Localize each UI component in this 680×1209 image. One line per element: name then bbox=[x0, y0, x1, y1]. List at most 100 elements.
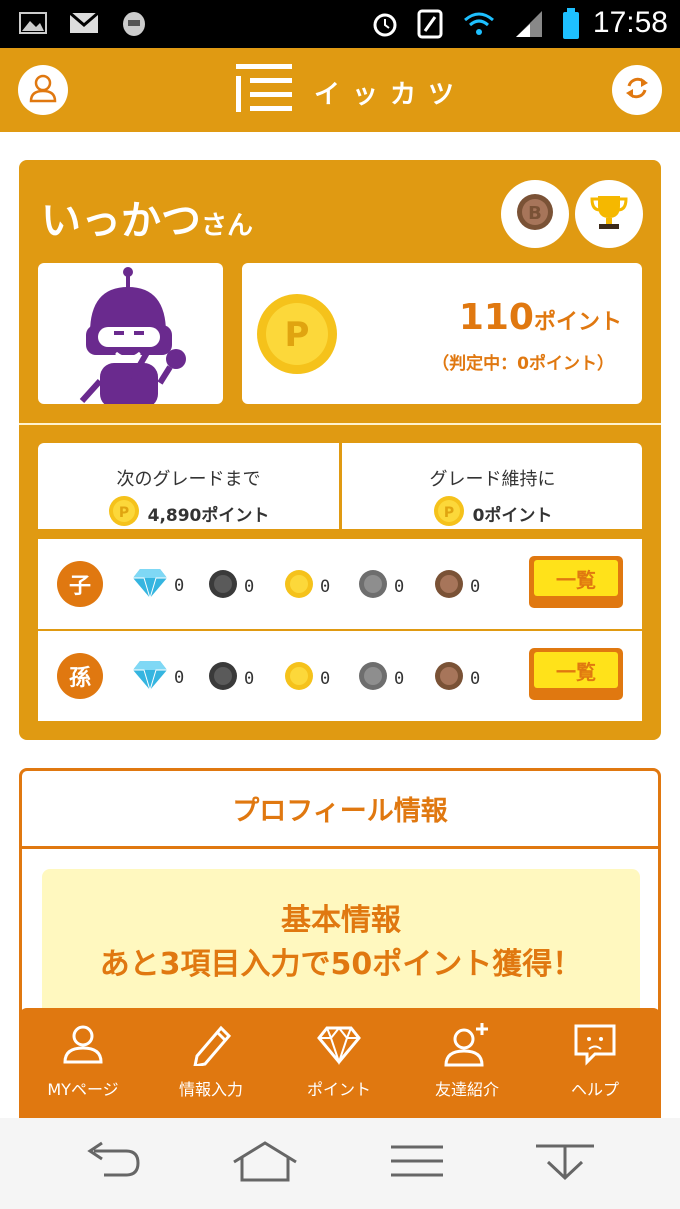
bronze-medal-icon: B bbox=[515, 192, 555, 236]
diamond-icon bbox=[317, 1022, 361, 1070]
nfc-icon bbox=[416, 9, 444, 43]
silver-medal-icon bbox=[358, 661, 388, 696]
tab-mypage[interactable]: MYページ bbox=[19, 1022, 147, 1100]
diamond-count: 0 bbox=[174, 667, 185, 688]
card-divider bbox=[19, 423, 661, 425]
point-coin-icon: P bbox=[433, 495, 465, 532]
tab-info-input[interactable]: 情報入力 bbox=[147, 1022, 275, 1100]
row-label: 子 bbox=[57, 561, 103, 607]
gold-medal-icon bbox=[284, 661, 314, 696]
black-count: 0 bbox=[244, 576, 255, 597]
profile-button[interactable] bbox=[18, 65, 68, 115]
basic-info-banner[interactable]: 基本情報 あと3項目入力で50ポイント獲得！ bbox=[42, 869, 640, 1025]
clock: 17:58 bbox=[592, 6, 668, 39]
profile-icon bbox=[27, 72, 59, 108]
user-name-text: いっかつ bbox=[41, 198, 201, 244]
status-bar: 17:58 bbox=[0, 0, 680, 48]
home-icon bbox=[232, 1140, 298, 1186]
user-card: いっかつさん B P 110ポイント （判定中：0ポイント） 次のグレードまで … bbox=[19, 160, 661, 740]
avatar bbox=[38, 263, 223, 404]
svg-text:B: B bbox=[528, 203, 542, 224]
person-icon bbox=[61, 1022, 105, 1070]
app-bar: イッカツ bbox=[0, 48, 680, 132]
bronze-medal-icon bbox=[434, 661, 464, 696]
mascot-icon bbox=[38, 267, 223, 404]
tab-help[interactable]: ヘルプ bbox=[531, 1022, 659, 1100]
black-count: 0 bbox=[244, 668, 255, 689]
trophy-icon bbox=[587, 190, 631, 238]
refresh-button[interactable] bbox=[612, 65, 662, 115]
black-medal-icon bbox=[208, 569, 238, 604]
silver-medal-icon bbox=[358, 569, 388, 604]
row-label: 孫 bbox=[57, 653, 103, 699]
svg-text:P: P bbox=[443, 505, 453, 521]
svg-text:P: P bbox=[118, 505, 128, 521]
gold-medal-icon bbox=[284, 569, 314, 604]
tab-points[interactable]: ポイント bbox=[275, 1022, 403, 1100]
grade-panel: 次のグレードまで P 4,890ポイント グレード維持に P 0ポイント bbox=[38, 443, 642, 529]
pencil-icon bbox=[189, 1022, 233, 1070]
battery-icon bbox=[562, 8, 580, 44]
menu-button[interactable] bbox=[382, 1140, 452, 1186]
refresh-icon bbox=[623, 74, 651, 106]
list-button-label: 一覧 bbox=[534, 652, 618, 688]
wifi-icon bbox=[462, 10, 496, 42]
user-name: いっかつさん bbox=[41, 188, 253, 246]
help-chat-icon bbox=[573, 1022, 617, 1070]
points-number: 110 bbox=[458, 297, 534, 338]
back-icon bbox=[80, 1141, 142, 1185]
app-logo: イッカツ bbox=[236, 62, 466, 122]
image-icon bbox=[18, 10, 48, 42]
trophy-badge[interactable] bbox=[575, 180, 643, 248]
black-medal-icon bbox=[208, 661, 238, 696]
tab-label: ポイント bbox=[306, 1080, 371, 1099]
silver-count: 0 bbox=[394, 576, 405, 597]
next-grade-value: 4,890ポイント bbox=[147, 506, 270, 526]
system-nav-bar bbox=[0, 1118, 680, 1209]
tab-label: MYページ bbox=[47, 1080, 119, 1099]
bronze-medal-icon bbox=[434, 569, 464, 604]
points-value: 110ポイント bbox=[459, 297, 622, 338]
silver-count: 0 bbox=[394, 668, 405, 689]
child-list-button[interactable]: 一覧 bbox=[529, 556, 623, 608]
profile-header: プロフィール情報 bbox=[22, 771, 658, 849]
tab-bar: MYページ 情報入力 ポイント 友達紹介 ヘルプ bbox=[19, 1008, 661, 1120]
gold-count: 0 bbox=[320, 668, 331, 689]
gmail-icon bbox=[68, 10, 100, 42]
download-button[interactable] bbox=[530, 1140, 600, 1186]
tab-invite-friend[interactable]: 友達紹介 bbox=[403, 1022, 531, 1100]
app-brand: イッカツ bbox=[314, 79, 467, 110]
logo-icon bbox=[236, 62, 292, 122]
helmet-icon bbox=[120, 10, 148, 42]
points-unit: ポイント bbox=[533, 310, 622, 335]
profile-section: プロフィール情報 基本情報 あと3項目入力で50ポイント獲得！ bbox=[19, 768, 661, 1028]
grandchild-referral-row: 孫 0 0 0 0 0 一覧 bbox=[38, 631, 642, 721]
basic-info-text: あと3項目入力で50ポイント獲得！ bbox=[99, 947, 583, 982]
keep-grade: グレード維持に P 0ポイント bbox=[342, 443, 643, 529]
list-button-label: 一覧 bbox=[534, 560, 618, 596]
signal-icon bbox=[514, 9, 544, 43]
menu-icon bbox=[389, 1143, 445, 1183]
bronze-count: 0 bbox=[470, 576, 481, 597]
keep-grade-label: グレード維持に bbox=[429, 469, 556, 490]
tab-label: 友達紹介 bbox=[434, 1080, 499, 1099]
gold-count: 0 bbox=[320, 576, 331, 597]
keep-grade-value: 0ポイント bbox=[472, 506, 553, 526]
diamond-medal-icon bbox=[132, 567, 168, 604]
rank-badge[interactable]: B bbox=[501, 180, 569, 248]
point-coin-icon: P bbox=[108, 495, 140, 532]
points-pending: （判定中：0ポイント） bbox=[432, 354, 614, 374]
diamond-count: 0 bbox=[174, 575, 185, 596]
home-button[interactable] bbox=[230, 1140, 300, 1186]
diamond-medal-icon bbox=[132, 659, 168, 696]
back-button[interactable] bbox=[76, 1140, 146, 1186]
child-referral-row: 子 0 0 0 0 0 一覧 bbox=[38, 539, 642, 629]
grandchild-list-button[interactable]: 一覧 bbox=[529, 648, 623, 700]
tab-label: 情報入力 bbox=[178, 1080, 243, 1099]
download-icon bbox=[534, 1140, 596, 1186]
alarm-icon bbox=[372, 10, 398, 42]
point-coin-icon: P bbox=[256, 293, 338, 379]
tab-label: ヘルプ bbox=[570, 1080, 619, 1099]
user-name-suffix: さん bbox=[201, 211, 254, 241]
next-grade: 次のグレードまで P 4,890ポイント bbox=[38, 443, 339, 529]
